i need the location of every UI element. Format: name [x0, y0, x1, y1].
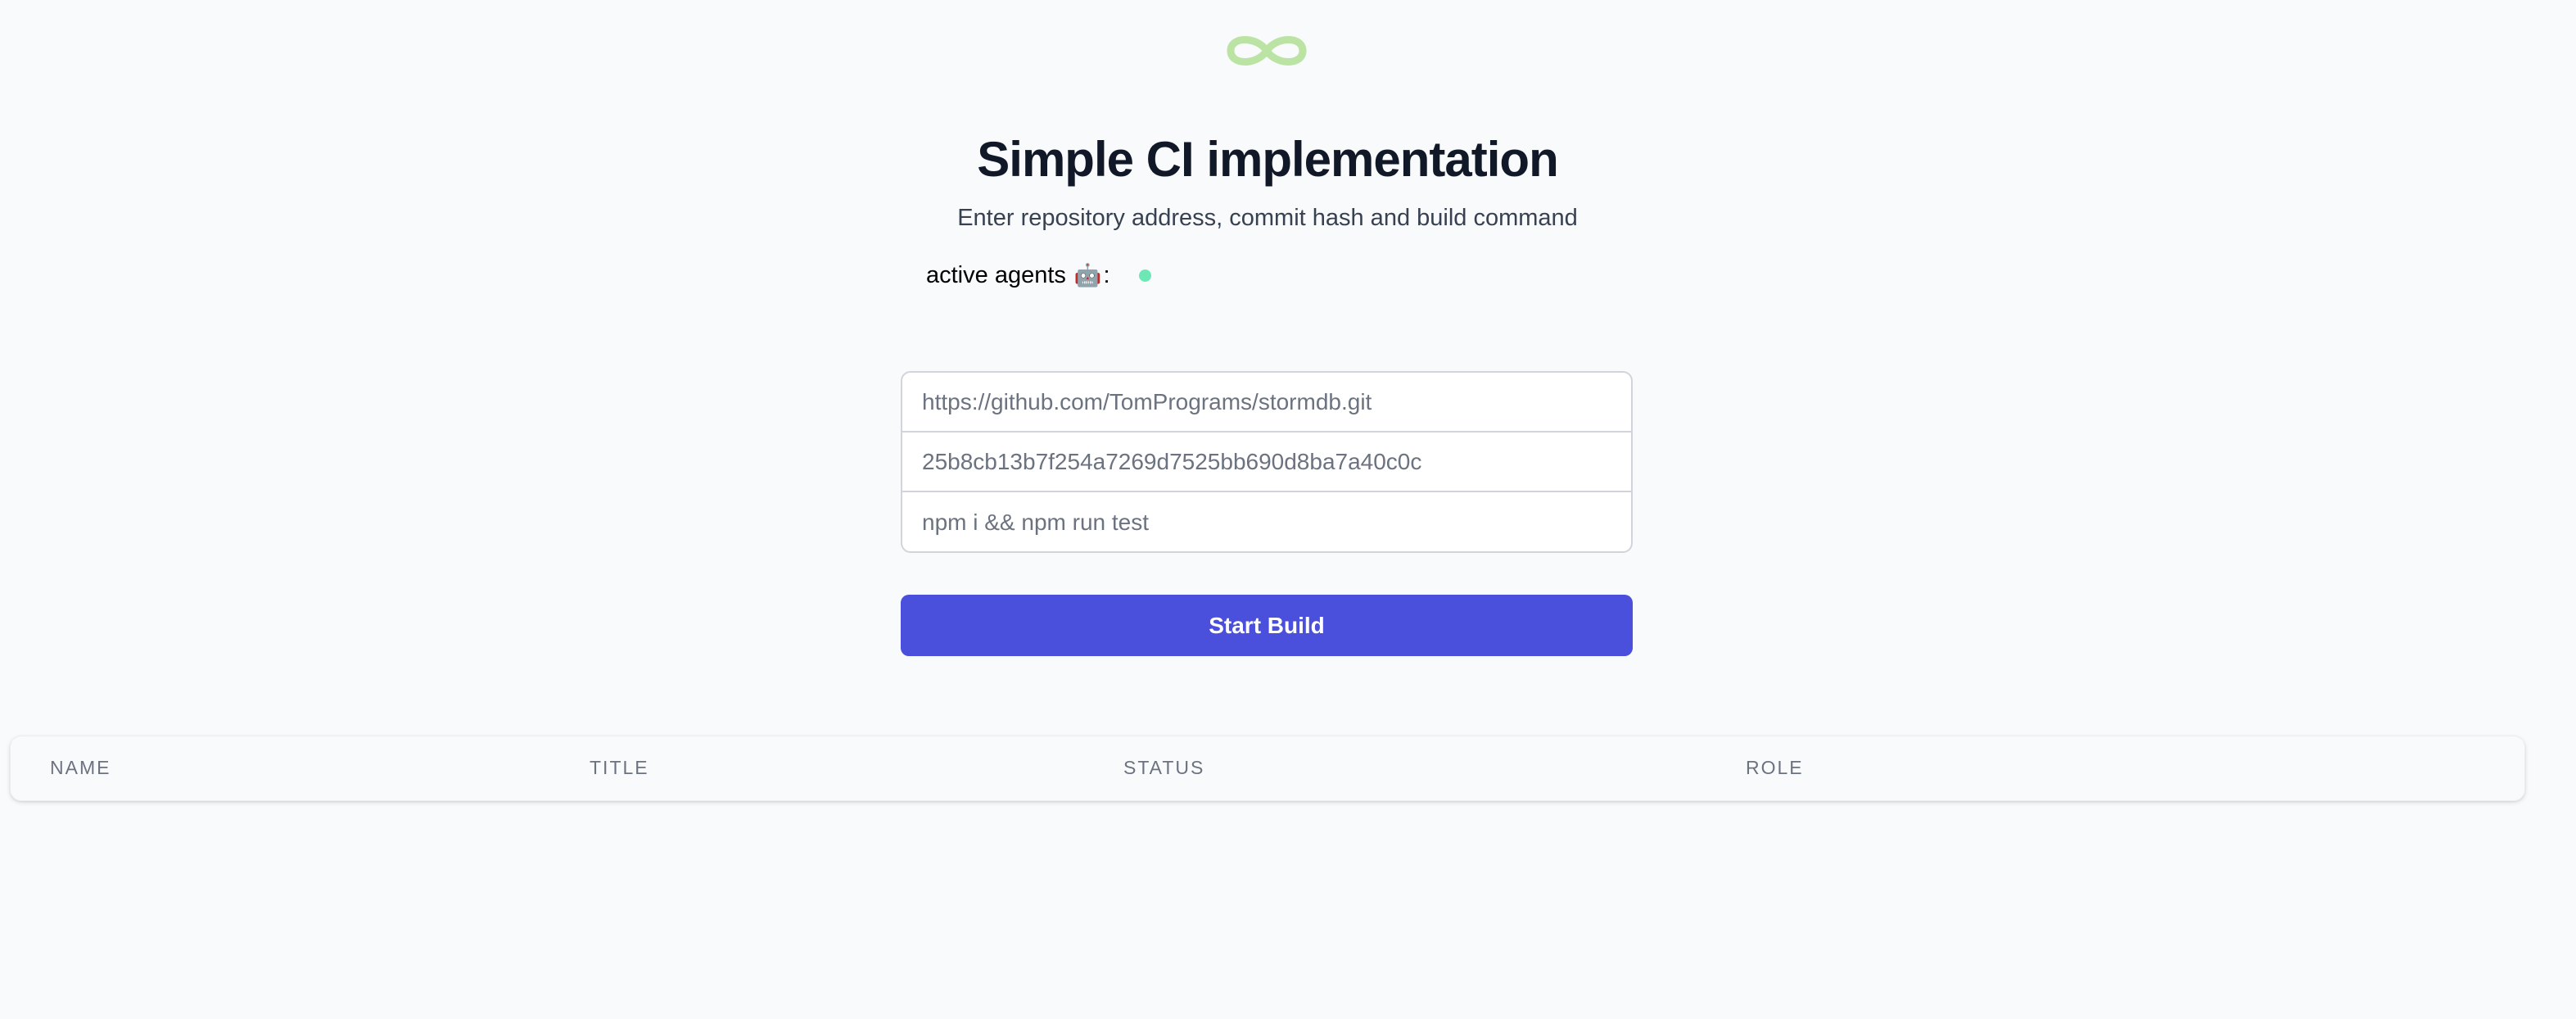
commit-hash-input[interactable]: [902, 433, 1631, 492]
repository-url-input[interactable]: [902, 373, 1631, 433]
active-agents-separator: :: [1103, 262, 1110, 288]
page-subtitle: Enter repository address, commit hash an…: [957, 205, 1578, 231]
column-header-name: Name: [50, 757, 111, 778]
active-agents-status: active agents 🤖 :: [926, 259, 1151, 292]
robot-icon: 🤖: [1073, 263, 1102, 288]
agent-online-indicator: [1138, 269, 1151, 282]
infinity-icon: [1227, 36, 1307, 66]
start-build-button[interactable]: Start Build: [901, 595, 1633, 656]
agents-table: Name Title Status Role: [10, 736, 2525, 801]
page-title: Simple CI implementation: [977, 132, 1558, 187]
active-agents-label: active agents: [926, 262, 1066, 288]
column-header-title: Title: [590, 757, 649, 778]
column-header-role: Role: [1746, 757, 1804, 778]
build-form: [901, 371, 1633, 553]
build-command-input[interactable]: [902, 492, 1631, 551]
column-header-status: Status: [1123, 757, 1205, 778]
